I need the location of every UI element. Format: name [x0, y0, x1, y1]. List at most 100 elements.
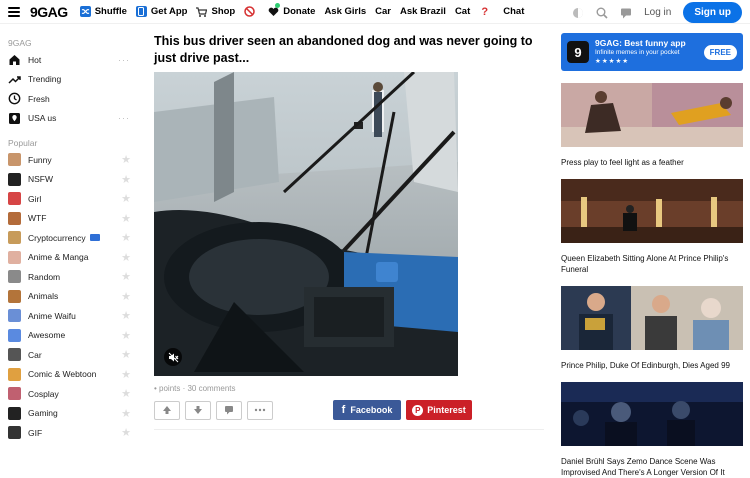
nav-label: Get App	[150, 6, 188, 17]
waifu-icon	[8, 309, 21, 323]
more-icon[interactable]: ···	[118, 113, 130, 123]
nav-donate[interactable]: Donate	[268, 3, 315, 17]
sidebar-item-gaming[interactable]: Gaming ★	[0, 404, 140, 424]
ellipsis-icon	[254, 408, 266, 412]
nav-label: Shuffle	[94, 6, 127, 17]
mute-button[interactable]	[164, 348, 182, 366]
favorite-star-icon[interactable]: ★	[121, 270, 131, 283]
gif-icon	[8, 426, 21, 440]
sidebar-item-comic-webtoon[interactable]: Comic & Webtoon ★	[0, 365, 140, 385]
nav-chat[interactable]: Chat	[503, 6, 524, 17]
anime-icon	[8, 250, 21, 264]
nav-question[interactable]: ?	[479, 6, 494, 18]
more-options-button[interactable]	[247, 400, 273, 420]
flag-badge-icon	[89, 234, 100, 242]
sidebar-item-trending[interactable]: Trending	[0, 70, 140, 90]
post-title[interactable]: This bus driver seen an abandoned dog an…	[154, 33, 544, 67]
sidebar-item-car[interactable]: Car ★	[0, 345, 140, 365]
popular-list: Funny ★ NSFW ★ Girl ★ WTF ★ Cryptocurrency ★ Anime…	[0, 150, 140, 443]
favorite-star-icon[interactable]: ★	[121, 426, 131, 439]
comment-button[interactable]	[216, 400, 242, 420]
wtf-icon	[8, 211, 21, 225]
promo-free-button[interactable]: FREE	[703, 44, 737, 60]
promo-subtitle: Infinite memes in your pocket	[595, 48, 680, 56]
top-bar: 9GAG Shuffle Get App Shop Donate Ask Gir…	[0, 0, 750, 24]
car-icon	[8, 348, 21, 362]
sidebar-item-label: Car	[28, 349, 42, 360]
sidebar-item-awesome[interactable]: Awesome ★	[0, 326, 140, 346]
nav-label: Shop	[211, 6, 236, 17]
favorite-star-icon[interactable]: ★	[121, 290, 131, 303]
crypto-icon	[8, 231, 21, 245]
nav-car[interactable]: Car	[375, 6, 391, 17]
featured-card[interactable]: Queen Elizabeth Sitting Alone At Prince …	[561, 179, 743, 275]
favorite-star-icon[interactable]: ★	[121, 407, 131, 420]
sidebar-item-cosplay[interactable]: Cosplay ★	[0, 384, 140, 404]
favorite-star-icon[interactable]: ★	[121, 368, 131, 381]
app-promo-banner[interactable]: 9 9GAG: Best funny app Infinite memes in…	[561, 33, 743, 71]
favorite-star-icon[interactable]: ★	[121, 192, 131, 205]
featured-card[interactable]: Prince Philip, Duke Of Edinburgh, Dies A…	[561, 286, 743, 371]
nav-shuffle[interactable]: Shuffle	[79, 6, 127, 17]
signup-button[interactable]: Sign up	[683, 2, 742, 23]
sidebar-item-label: Gaming	[28, 408, 58, 419]
sidebar-item-usa[interactable]: USA us ···	[0, 109, 140, 129]
chat-bubble-icon[interactable]	[620, 7, 632, 19]
clock-icon	[8, 92, 21, 105]
sidebar-item-hot[interactable]: Hot ···	[0, 50, 140, 70]
sidebar-item-anime-waifu[interactable]: Anime Waifu ★	[0, 306, 140, 326]
facebook-icon: f	[341, 404, 346, 416]
sidebar-item-label: Funny	[28, 154, 52, 165]
sidebar-item-funny[interactable]: Funny ★	[0, 150, 140, 170]
favorite-star-icon[interactable]: ★	[121, 309, 131, 322]
arrow-down-icon	[194, 406, 202, 414]
favorite-star-icon[interactable]: ★	[121, 153, 131, 166]
post-container: This bus driver seen an abandoned dog an…	[154, 33, 544, 430]
featured-thumbnail	[561, 286, 743, 350]
favorite-star-icon[interactable]: ★	[121, 387, 131, 400]
nav-get-app[interactable]: Get App	[135, 6, 188, 17]
favorite-star-icon[interactable]: ★	[121, 231, 131, 244]
nav-ask-brazil[interactable]: Ask Brazil	[400, 6, 446, 17]
favorite-star-icon[interactable]: ★	[121, 212, 131, 225]
share-facebook-button[interactable]: f Facebook	[333, 400, 401, 420]
share-pinterest-button[interactable]: P Pinterest	[406, 400, 472, 420]
search-icon[interactable]	[596, 7, 608, 19]
sidebar-item-animals[interactable]: Animals ★	[0, 287, 140, 307]
theme-toggle-icon[interactable]	[572, 7, 584, 19]
sidebar-item-wtf[interactable]: WTF ★	[0, 209, 140, 229]
featured-card[interactable]: Press play to feel light as a feather	[561, 83, 743, 168]
favorite-star-icon[interactable]: ★	[121, 348, 131, 361]
top-right-actions: Log in Sign up	[572, 2, 742, 23]
sidebar-item-fresh[interactable]: Fresh	[0, 89, 140, 109]
hamburger-menu-icon[interactable]	[8, 6, 20, 17]
nav-ask-girls[interactable]: Ask Girls	[324, 6, 366, 17]
featured-card[interactable]: Daniel Brühl Says Zemo Dance Scene Was I…	[561, 382, 743, 478]
sidebar-item-anime-manga[interactable]: Anime & Manga ★	[0, 248, 140, 268]
sidebar-item-random[interactable]: Random ★	[0, 267, 140, 287]
home-icon	[9, 55, 20, 66]
post-meta[interactable]: • points · 30 comments	[154, 384, 544, 393]
shuffle-icon	[79, 6, 91, 17]
login-link[interactable]: Log in	[644, 7, 671, 18]
nsfw-icon	[8, 172, 21, 186]
share-label: Facebook	[350, 405, 393, 415]
sidebar-item-nsfw[interactable]: NSFW ★	[0, 170, 140, 190]
favorite-star-icon[interactable]: ★	[121, 329, 131, 342]
upvote-button[interactable]	[154, 400, 180, 420]
nav-cat[interactable]: Cat	[455, 6, 470, 17]
favorite-star-icon[interactable]: ★	[121, 251, 131, 264]
sidebar-item-girl[interactable]: Girl ★	[0, 189, 140, 209]
nav-shop[interactable]: Shop	[196, 6, 235, 17]
pinterest-icon: P	[412, 404, 424, 416]
downvote-button[interactable]	[185, 400, 211, 420]
more-icon[interactable]: ···	[118, 55, 130, 65]
site-logo[interactable]: 9GAG	[30, 4, 68, 20]
favorite-star-icon[interactable]: ★	[121, 173, 131, 186]
sidebar-item-gif[interactable]: GIF ★	[0, 423, 140, 443]
random-icon	[8, 270, 21, 284]
sidebar-item-cryptocurrency[interactable]: Cryptocurrency ★	[0, 228, 140, 248]
featured-caption: Daniel Brühl Says Zemo Dance Scene Was I…	[561, 457, 725, 477]
post-video[interactable]	[154, 72, 458, 376]
nav-no-sign[interactable]	[244, 6, 259, 17]
